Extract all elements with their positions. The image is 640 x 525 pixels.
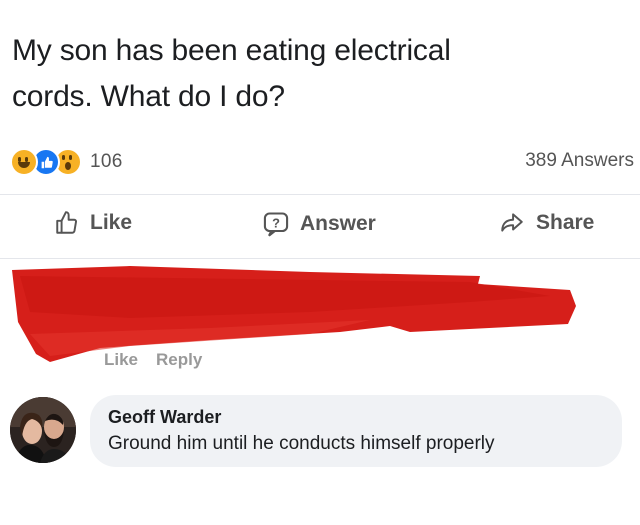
svg-text:?: ? [272,216,280,231]
thumbs-up-icon [56,211,77,234]
question-bubble-icon: ? [263,212,289,237]
question-title: My son has been eating electrical cords.… [12,28,612,120]
avatar[interactable] [10,397,76,463]
reactions-summary[interactable]: 106 [10,148,123,176]
share-button-label: Share [536,211,595,234]
question-line-2: cords. What do I do? [12,80,285,113]
answer-button[interactable]: ? Answer [262,210,376,238]
answers-count-link[interactable]: 389 Answers [525,150,634,172]
action-bar: Like ? Answer Share [0,200,640,250]
divider-top [0,194,640,195]
haha-icon [10,148,38,176]
answer-button-label: Answer [300,212,376,235]
divider-bottom [0,258,640,259]
share-arrow-icon [501,213,523,232]
reaction-stats-bar: 106 389 Answers [10,146,634,176]
comment-author-name[interactable]: Geoff Warder [108,407,221,428]
comment-text: Ground him until he conducts himself pro… [108,433,495,454]
like-button-label: Like [90,211,133,234]
comment: Geoff Warder Ground him until he conduct… [10,395,630,475]
reaction-count: 106 [90,151,123,172]
share-button[interactable]: Share [498,210,594,236]
question-line-1: My son has been eating electrical [12,34,451,67]
comment-bubble: Geoff Warder Ground him until he conduct… [90,395,622,467]
like-button[interactable]: Like [54,210,132,236]
redaction-scribble [12,266,576,362]
